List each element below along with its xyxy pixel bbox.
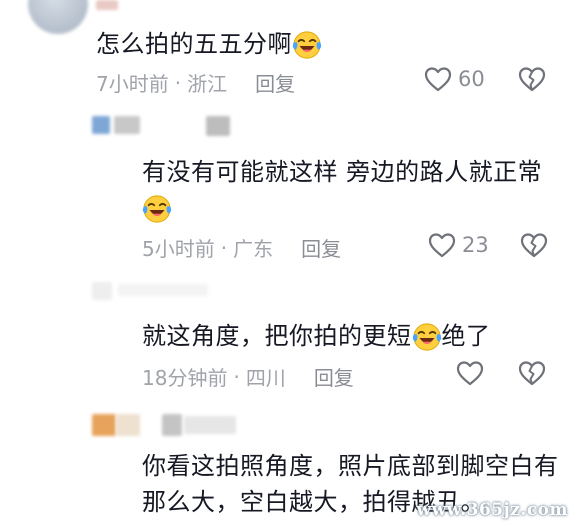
avatar[interactable]	[28, 0, 88, 34]
comment-time: 5小时前	[142, 237, 215, 261]
comment-location: 浙江	[187, 72, 228, 96]
comment-text: 你看这拍照角度，照片底部到脚空白有	[142, 448, 559, 484]
comment-meta: 5小时前 · 广东 回复	[142, 233, 341, 262]
like-button[interactable]: 23	[428, 232, 489, 258]
like-count: 60	[458, 67, 485, 91]
heart-outline-icon[interactable]	[456, 360, 484, 386]
like-count: 23	[462, 233, 489, 257]
comment-3-text-end: 绝了	[441, 322, 491, 350]
username-blurred[interactable]	[114, 116, 140, 134]
comment-text: 就这角度，把你拍的更短 绝了	[142, 318, 491, 354]
broken-heart-icon[interactable]	[520, 232, 548, 258]
username-blurred[interactable]	[116, 414, 140, 436]
broken-heart-icon[interactable]	[518, 66, 546, 92]
username-blurred[interactable]	[206, 116, 230, 136]
broken-heart-icon[interactable]	[518, 360, 546, 386]
comment-time: 18分钟前	[142, 366, 228, 390]
like-button[interactable]: 60	[424, 66, 485, 92]
username-blurred[interactable]	[162, 414, 182, 436]
reply-button[interactable]: 回复	[314, 362, 354, 391]
comment-4-text-line1: 你看这拍照角度，照片底部到脚空白有	[142, 452, 559, 480]
separator: ·	[233, 364, 240, 389]
comment-text: 怎么拍的五五分啊	[96, 26, 322, 62]
watermark: www.365jz.com	[416, 500, 568, 520]
avatar[interactable]	[92, 116, 110, 134]
comment-time: 7小时前	[96, 72, 169, 96]
separator: ·	[220, 235, 228, 260]
heart-outline-icon	[428, 232, 456, 258]
comment-text: 有没有可能就这样 旁边的路人就正常	[142, 154, 542, 190]
username-blurred[interactable]	[118, 284, 208, 296]
avatar[interactable]	[92, 282, 112, 300]
laughing-crying-emoji-icon	[412, 322, 442, 352]
reply-button[interactable]: 回复	[301, 233, 341, 262]
comment-1-text: 怎么拍的五五分啊	[96, 30, 292, 58]
laughing-crying-emoji-icon	[142, 194, 172, 224]
comment-2-text-line1: 有没有可能就这样 旁边的路人就正常	[142, 158, 543, 186]
comment-location: 四川	[245, 366, 286, 390]
comment-3-text: 就这角度，把你拍的更短	[142, 322, 412, 350]
separator: ·	[174, 70, 182, 95]
avatar[interactable]	[92, 414, 116, 436]
heart-outline-icon	[424, 66, 452, 92]
comment-meta: 7小时前 · 浙江 回复	[96, 68, 295, 97]
reply-button[interactable]: 回复	[255, 68, 295, 97]
comment-location: 广东	[233, 237, 274, 261]
username-blurred[interactable]	[184, 416, 236, 434]
laughing-crying-emoji-icon	[292, 30, 322, 60]
username-blurred[interactable]	[96, 0, 118, 10]
comment-meta: 18分钟前 · 四川 回复	[142, 362, 354, 391]
